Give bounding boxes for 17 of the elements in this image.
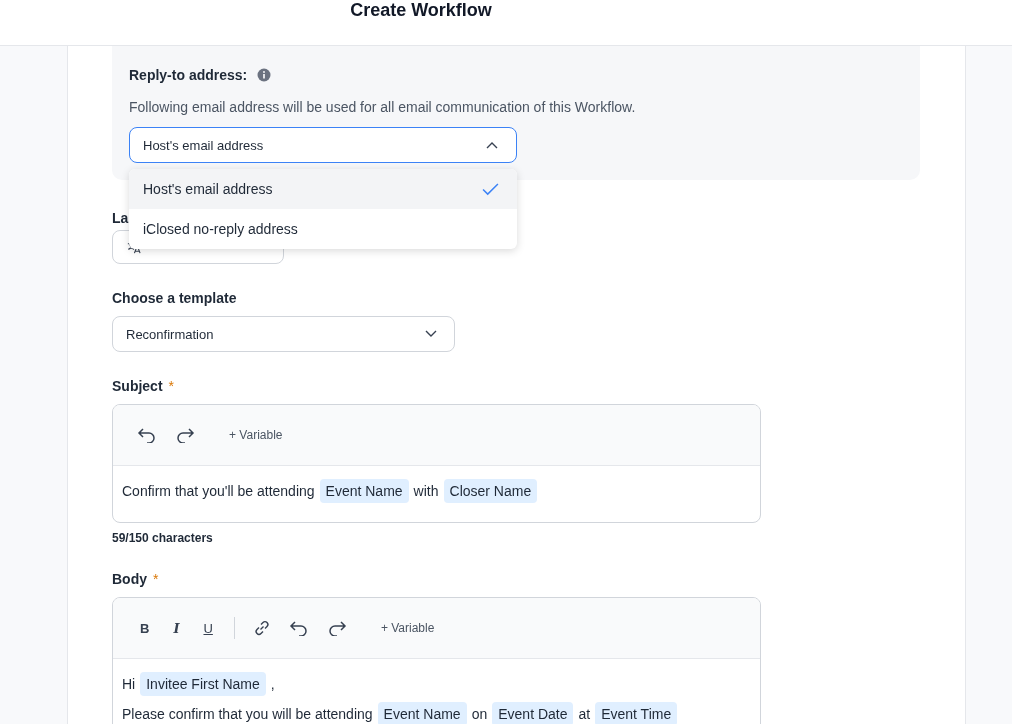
reply-to-label: Reply-to address: bbox=[129, 67, 248, 83]
reply-to-description: Following email address will be used for all email communication of this Workflow. bbox=[129, 99, 637, 115]
page-title: Create Workflow bbox=[350, 0, 492, 20]
required-mark: * bbox=[168, 378, 175, 394]
subject-text: Confirm that you'll be attending bbox=[122, 483, 315, 499]
body-label: Body bbox=[112, 571, 147, 587]
body-text: Please confirm that you will be attending bbox=[122, 706, 373, 722]
body-text: at bbox=[578, 706, 591, 722]
subject-label: Subject bbox=[112, 378, 163, 394]
body-text: Hi bbox=[122, 676, 136, 692]
character-counter: 59/150 characters bbox=[112, 531, 214, 545]
body-text: , bbox=[270, 676, 275, 692]
template-label: Choose a template bbox=[112, 290, 238, 306]
language-label: La bbox=[112, 210, 130, 226]
body-text: on bbox=[471, 706, 488, 722]
subject-text: with bbox=[413, 483, 439, 499]
required-mark: * bbox=[153, 571, 159, 587]
